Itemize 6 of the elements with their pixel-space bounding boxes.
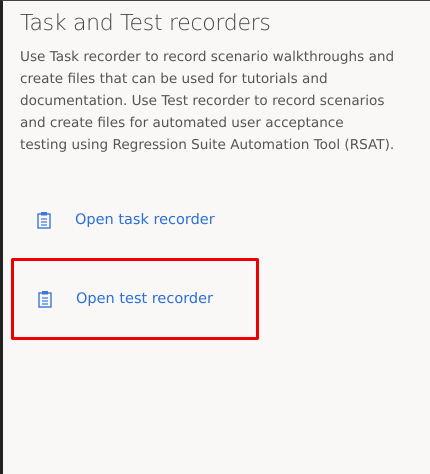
recorder-link[interactable]: Open test recorder — [76, 291, 213, 307]
clipboard-icon — [37, 211, 51, 229]
description-text: Use Task recorder to record scenario walkthroughs and create files that can be used for tutorials and documentation. Use Test recorder to record scenarios and create files for automated user acceptance testing using Regression Suite Automation Tool (RSAT). — [20, 48, 395, 155]
recorder-link[interactable]: Open task recorder — [75, 212, 215, 228]
panel-title: Task and Test recorders — [20, 11, 272, 36]
clipboard-icon — [38, 290, 52, 308]
